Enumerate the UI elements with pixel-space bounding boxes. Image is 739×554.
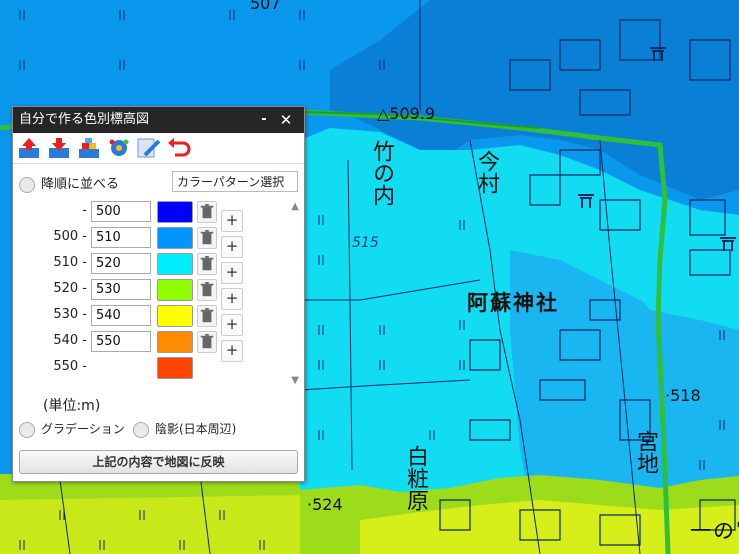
- gradation-radio[interactable]: [19, 421, 35, 438]
- sort-desc-option[interactable]: 降順に並べる: [19, 173, 119, 193]
- sort-desc-radio[interactable]: [19, 176, 35, 193]
- color-swatch[interactable]: [157, 331, 193, 353]
- map-label-peak-509: △509.9: [377, 104, 436, 123]
- range-from-label: -: [82, 203, 87, 218]
- color-swatch[interactable]: [157, 227, 193, 249]
- map-label-imamura: 今村: [474, 150, 499, 194]
- range-row: 500 - 510 +: [13, 227, 283, 258]
- apply-to-map-button[interactable]: 上記の内容で地図に反映: [19, 450, 298, 474]
- map-label-spot-518: ·518: [665, 386, 701, 405]
- color-elevation-panel: 自分で作る色別標高図 - ✕ 降順に並べる カラーパターン選択 - 500 + …: [12, 106, 305, 482]
- map-label-takenouchi: 竹の内: [369, 140, 394, 206]
- trash-icon[interactable]: [197, 305, 217, 327]
- map-label-aso-shrine: 阿蘇神社: [467, 291, 559, 315]
- range-from-label: 500 -: [53, 229, 87, 244]
- gear-icon[interactable]: [107, 137, 131, 159]
- range-from-label: 530 -: [53, 307, 87, 322]
- color-swatch[interactable]: [157, 253, 193, 275]
- map-label-ichinomiya: 一の宮: [690, 519, 739, 543]
- range-to-input[interactable]: 520: [91, 253, 151, 274]
- map-label-spot-507: 507: [250, 0, 281, 13]
- range-to-input[interactable]: 510: [91, 227, 151, 248]
- edit-icon[interactable]: [137, 137, 161, 159]
- color-swatch[interactable]: [157, 279, 193, 301]
- range-from-label: 510 -: [53, 255, 87, 270]
- scroll-down-arrow[interactable]: ▼: [291, 375, 299, 386]
- panel-title: 自分で作る色別標高図: [19, 112, 150, 127]
- minimize-button[interactable]: -: [254, 107, 274, 133]
- color-swatch[interactable]: [157, 305, 193, 327]
- map-label-spot-524: ·524: [307, 495, 343, 514]
- range-from-label: 520 -: [53, 281, 87, 296]
- panel-toolbar: [13, 133, 304, 164]
- range-row: 540 - 550 +: [13, 331, 283, 362]
- sort-desc-label: 降順に並べる: [41, 177, 120, 192]
- scroll-up-arrow[interactable]: ▲: [291, 201, 299, 212]
- range-to-input[interactable]: 550: [91, 331, 151, 352]
- blocks-icon[interactable]: [77, 137, 101, 159]
- map-label-contour-515: 515: [352, 235, 379, 251]
- range-row: - 500 +: [13, 201, 283, 232]
- undo-icon[interactable]: [167, 137, 191, 159]
- range-from-label: 540 -: [53, 333, 87, 348]
- elevation-band-530-540-left: [0, 495, 300, 554]
- range-row: 550 -: [13, 357, 283, 379]
- trash-icon[interactable]: [197, 253, 217, 275]
- trash-icon[interactable]: [197, 201, 217, 223]
- trash-icon[interactable]: [197, 227, 217, 249]
- map-label-shiramatsubara: 白粧原: [403, 445, 428, 511]
- trash-icon[interactable]: [197, 331, 217, 353]
- range-to-input[interactable]: 500: [91, 201, 151, 222]
- color-swatch[interactable]: [157, 357, 193, 379]
- shading-option[interactable]: 陰影(日本周辺): [133, 420, 236, 438]
- panel-titlebar[interactable]: 自分で作る色別標高図 - ✕: [13, 107, 304, 133]
- range-row: 530 - 540 +: [13, 305, 283, 336]
- upload-icon[interactable]: [17, 137, 41, 159]
- range-from-label: 550 -: [53, 359, 87, 374]
- download-icon[interactable]: [47, 137, 71, 159]
- color-pattern-button[interactable]: カラーパターン選択: [172, 171, 298, 192]
- color-swatch[interactable]: [157, 201, 193, 223]
- range-to-input[interactable]: 540: [91, 305, 151, 326]
- unit-label: (単位:m): [43, 398, 101, 414]
- range-to-input[interactable]: 530: [91, 279, 151, 300]
- map-label-miyaji: 宮地: [633, 430, 658, 474]
- gradation-label: グラデーション: [41, 422, 125, 436]
- gradation-option[interactable]: グラデーション: [19, 420, 125, 438]
- elevation-band-left: [0, 0, 12, 474]
- range-row: 520 - 530 +: [13, 279, 283, 310]
- shading-label: 陰影(日本周辺): [155, 422, 237, 436]
- trash-icon[interactable]: [197, 279, 217, 301]
- close-button[interactable]: ✕: [276, 107, 296, 133]
- shading-radio[interactable]: [133, 421, 149, 438]
- range-row: 510 - 520 +: [13, 253, 283, 284]
